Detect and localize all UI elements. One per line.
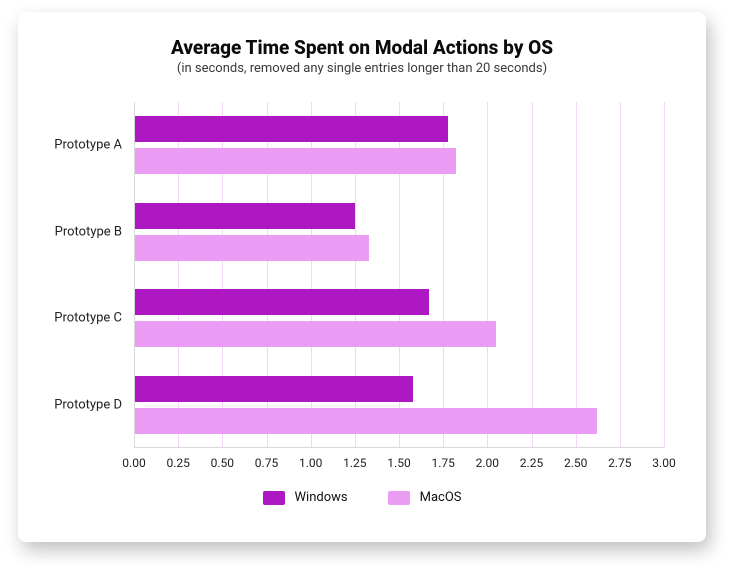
legend-swatch-macos: [388, 491, 410, 505]
x-tick-label: 2.00: [476, 456, 499, 470]
legend-item-macos: MacOS: [388, 490, 462, 505]
bar-macos: [134, 321, 496, 347]
category-label: Prototype B: [55, 224, 134, 239]
legend-swatch-windows: [263, 491, 285, 505]
legend-item-windows: Windows: [263, 490, 348, 505]
x-tick-label: 3.00: [652, 456, 675, 470]
x-tick-label: 1.75: [431, 456, 454, 470]
chart-title: Average Time Spent on Modal Actions by O…: [44, 36, 680, 59]
bar-windows: [134, 289, 429, 315]
x-tick-label: 0.75: [255, 456, 278, 470]
grid-line: [620, 102, 621, 448]
x-tick-label: 1.00: [299, 456, 322, 470]
bar-windows: [134, 203, 355, 229]
category-label: Prototype D: [54, 397, 134, 412]
bar-macos: [134, 235, 369, 261]
grid-line: [487, 102, 488, 448]
x-tick-label: 0.00: [122, 456, 145, 470]
x-tick-label: 1.25: [343, 456, 366, 470]
bar-macos: [134, 148, 456, 174]
x-tick-label: 2.50: [564, 456, 587, 470]
x-axis-line: [134, 447, 664, 448]
x-tick-label: 0.50: [211, 456, 234, 470]
legend-label-macos: MacOS: [420, 490, 462, 505]
grid-line: [664, 102, 665, 448]
legend-label-windows: Windows: [295, 490, 348, 505]
chart-subtitle: (in seconds, removed any single entries …: [44, 61, 680, 76]
bar-macos: [134, 408, 597, 434]
x-tick-label: 2.75: [608, 456, 631, 470]
legend: Windows MacOS: [44, 490, 680, 505]
y-axis-line: [134, 102, 135, 448]
x-tick-label: 0.25: [166, 456, 189, 470]
x-tick-label: 2.25: [520, 456, 543, 470]
x-tick-label: 1.50: [387, 456, 410, 470]
grid-line: [576, 102, 577, 448]
plot-wrap: 0.000.250.500.751.001.251.501.752.002.25…: [44, 102, 680, 448]
category-label: Prototype C: [54, 311, 134, 326]
bar-windows: [134, 116, 448, 142]
grid-line: [532, 102, 533, 448]
category-label: Prototype A: [54, 138, 134, 153]
plot-area: 0.000.250.500.751.001.251.501.752.002.25…: [134, 102, 664, 448]
chart-card: Average Time Spent on Modal Actions by O…: [18, 12, 706, 542]
bar-windows: [134, 376, 413, 402]
